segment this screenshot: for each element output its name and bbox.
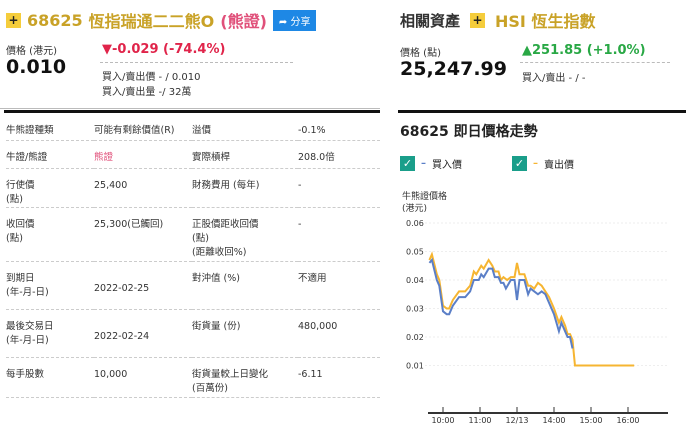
y-tick-label: 0.04 [406,276,424,285]
related-change: ▲251.85 (+1.0%) [522,43,646,58]
related-header: 相關資產 + HSI 恆生指數 [400,8,595,32]
row-value: - [298,179,302,191]
row-label: 財務費用 (每年) [192,179,260,191]
divider [520,62,670,63]
row-label: 街貨量較上日變化 (百萬份) [192,368,269,394]
ask-swatch: – [533,158,538,169]
bid-ask-volume: 買入/賣出量 -/ 32萬 [102,87,192,98]
x-tick-label: 12/13 [505,416,528,425]
add-watchlist-icon[interactable]: + [470,12,486,28]
row-label: 實際槓桿 [192,151,231,163]
divider [0,108,380,109]
series-line-ask [428,251,635,367]
y-tick-label: 0.03 [406,305,424,314]
table-row: 到期日 (年-月-日) 2022-02-25 對沖值 (%) 不適用 [6,261,380,309]
share-button[interactable]: ➦ 分享 [272,9,317,31]
row-label: 到期日 (年-月-日) [6,272,49,298]
row-value: 208.0倍 [298,151,335,163]
chart-title: 68625 即日價格走勢 [400,124,538,140]
row-label: 牛熊證種類 [6,125,54,136]
y-tick-label: 0.06 [406,219,424,228]
bid-ask-price: 買入/賣出價 - / 0.010 [102,72,201,83]
section-divider [398,110,686,113]
share-icon: ➦ [278,16,291,28]
table-row: 每手股數 10,000 街貨量較上日變化 (百萬份) -6.11 [6,357,380,397]
y-tick-label: 0.02 [406,333,424,342]
related-price: 25,247.99 [400,58,507,80]
table-row: 收回價 (點) 25,300(已觸回) 正股價距收回價 (點) (距離收回%) - [6,207,380,261]
row-label: 牛證/熊證 [6,151,48,163]
price-label: 價格 (港元) [6,46,57,57]
row-value: 480,000 [298,320,338,332]
related-name[interactable]: HSI 恆生指數 [495,8,595,32]
row-value: 熊證 [94,151,114,163]
warrant-type-tag: (熊證) [220,12,267,31]
x-tick-label: 14:00 [542,416,565,425]
x-tick-label: 10:00 [431,416,454,425]
row-label: 收回價 (點) [6,218,35,244]
row-value: 2022-02-25 [94,282,150,294]
table-row: 牛熊證種類 可能有剩餘價值(R) 溢價 -0.1% [6,114,380,140]
bid-swatch: – [421,158,426,169]
warrant-name: 恆指瑞通二二熊O [88,12,215,31]
row-label: 街貨量 (份) [192,320,241,332]
warrant-code: 68625 [27,10,83,30]
row-value: 不適用 [298,272,327,284]
warrant-price: 0.010 [6,56,67,78]
legend: ✓ – 買入價 ✓ – 賣出價 [400,156,574,171]
row-label: 對沖值 (%) [192,272,240,284]
row-value: -0.1% [298,125,326,136]
details-table: 牛熊證種類 可能有剩餘價值(R) 溢價 -0.1% 牛證/熊證 熊證 實際槓桿 208.0倍行… [6,114,380,398]
table-row: 牛證/熊證 熊證 實際槓桿 208.0倍 [6,140,380,168]
row-label: 行使價 (點) [6,179,35,205]
add-watchlist-icon[interactable]: + [6,12,21,28]
x-tick-label: 16:00 [616,416,639,425]
ask-checkbox[interactable]: ✓ [512,156,527,171]
related-bid-ask: 買入/賣出 - / - [522,73,586,84]
price-chart: 0.01 0.02 0.03 0.04 0.05 0.06 10:00 11:00 12/13 1… [406,219,668,425]
row-value: -6.11 [298,368,323,380]
legend-bid: 買入價 [432,160,462,171]
row-value: 可能有剩餘價值(R) [94,125,175,136]
row-value: 2022-02-24 [94,330,150,342]
section-divider [4,110,380,113]
warrant-header: + 68625 恆指瑞通二二熊O (熊證) ➦ 分享 [6,8,317,32]
related-title: 相關資產 [400,11,461,30]
row-label: 正股價距收回價 (點) (距離收回%) [192,218,259,258]
row-label: 溢價 [192,125,212,136]
row-value: - [298,218,302,230]
table-row: 行使價 (點) 25,400 財務費用 (每年) - [6,168,380,207]
share-label: 分享 [290,16,311,28]
row-label: 每手股數 [6,368,45,380]
row-value: 10,000 [94,368,128,380]
row-value: 25,300(已觸回) [94,218,164,230]
legend-ask: 賣出價 [544,160,574,171]
row-label: 最後交易日 (年-月-日) [6,320,54,346]
divider [100,62,293,63]
y-tick-label: 0.05 [406,248,424,257]
row-value: 25,400 [94,179,128,191]
x-tick-label: 15:00 [579,416,602,425]
y-tick-label: 0.01 [406,362,424,371]
x-tick-label: 11:00 [468,416,491,425]
table-row: 最後交易日 (年-月-日) 2022-02-24 街貨量 (份) 480,000 [6,309,380,357]
price-change: ▼-0.029 (-74.4%) [102,42,226,57]
bid-checkbox[interactable]: ✓ [400,156,415,171]
related-price-label: 價格 (點) [400,48,441,59]
